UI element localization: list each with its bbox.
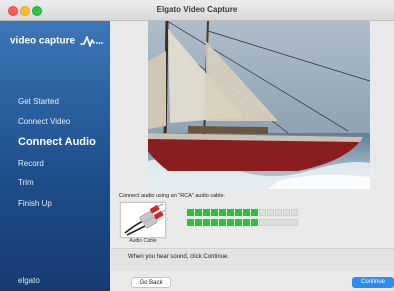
continue-button[interactable]: Continue <box>352 277 394 288</box>
meter-segment <box>219 209 226 216</box>
sidebar-item-connect-video[interactable]: Connect Video <box>18 117 70 126</box>
meter-segment <box>203 219 210 226</box>
meter-segment <box>243 209 250 216</box>
meter-segment <box>291 219 298 226</box>
hint-text: When you hear sound, click Continue. <box>128 254 230 260</box>
meter-segment <box>251 219 258 226</box>
video-preview <box>148 21 370 189</box>
meter-segment <box>235 219 242 226</box>
logo-text: video capture <box>10 35 76 47</box>
audio-cable-label: Audio Cable <box>129 238 157 244</box>
app-window: Elgato Video Capture video capture Get S… <box>0 0 394 291</box>
meter-segment <box>259 209 266 216</box>
meter-segment <box>275 219 282 226</box>
meter-segment <box>275 209 282 216</box>
meter-segment <box>259 219 266 226</box>
rca-cable-icon <box>124 203 166 236</box>
audio-level-meter-left <box>187 209 298 216</box>
meter-segment <box>211 219 218 226</box>
meter-segment <box>243 219 250 226</box>
elgato-brand-label: elgato <box>18 276 40 285</box>
meter-segment <box>283 219 290 226</box>
audio-instruction: Connect audio using an "RCA" audio cable… <box>119 193 226 199</box>
meter-segment <box>267 219 274 226</box>
meter-segment <box>219 219 226 226</box>
sidebar-item-finish-up[interactable]: Finish Up <box>18 199 52 208</box>
meter-segment <box>235 209 242 216</box>
meter-segment <box>187 209 194 216</box>
title-bar: Elgato Video Capture <box>0 0 394 21</box>
go-back-button[interactable]: Go Back <box>131 277 171 288</box>
meter-segment <box>187 219 194 226</box>
audio-cable-image <box>120 202 166 238</box>
meter-segment <box>291 209 298 216</box>
meter-segment <box>267 209 274 216</box>
audio-wave-logo-icon <box>80 36 103 47</box>
sidebar-item-get-started[interactable]: Get Started <box>18 97 59 106</box>
sidebar-item-record[interactable]: Record <box>18 159 44 168</box>
sidebar-item-trim[interactable]: Trim <box>18 178 34 187</box>
audio-level-meter-right <box>187 219 298 226</box>
meter-segment <box>195 209 202 216</box>
app-logo: video capture <box>10 35 104 47</box>
meter-segment <box>195 219 202 226</box>
meter-segment <box>283 209 290 216</box>
window-title: Elgato Video Capture <box>156 5 238 14</box>
video-frame-image <box>148 21 370 189</box>
meter-segment <box>203 209 210 216</box>
hint-bar: When you hear sound, click Continue. <box>111 248 394 271</box>
meter-segment <box>211 209 218 216</box>
sidebar: video capture Get Started Connect Video … <box>0 21 110 291</box>
sidebar-item-connect-audio[interactable]: Connect Audio <box>18 136 96 148</box>
meter-segment <box>227 209 234 216</box>
meter-segment <box>251 209 258 216</box>
meter-segment <box>227 219 234 226</box>
